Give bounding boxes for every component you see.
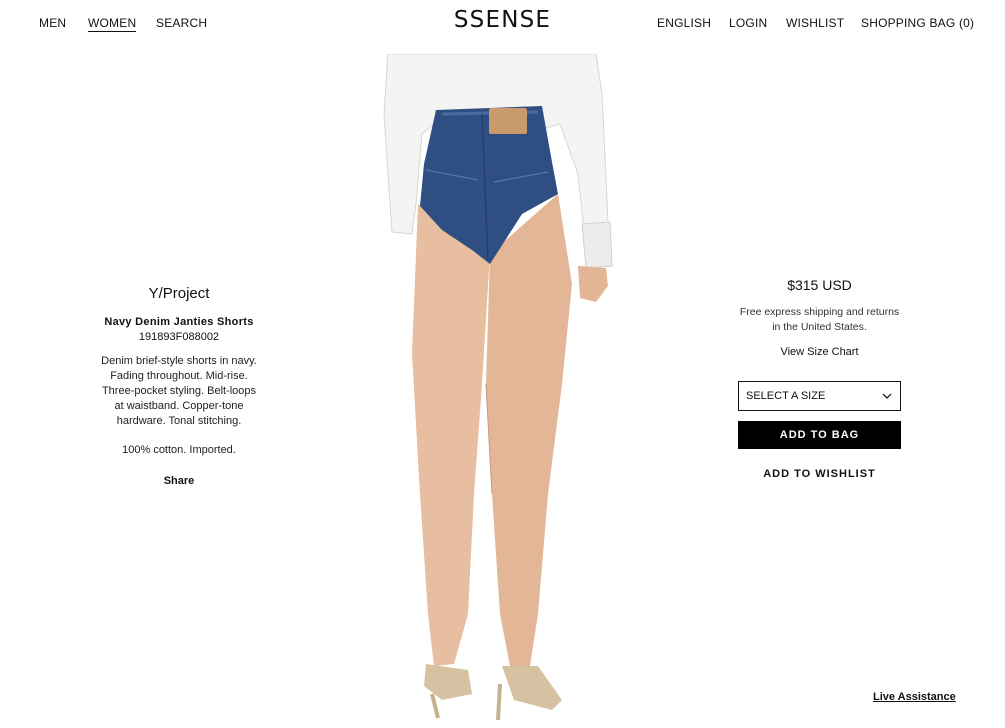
product-brand[interactable]: Y/Project xyxy=(84,285,274,302)
nav-login[interactable]: LOGIN xyxy=(729,16,767,30)
product-sku: 191893F088002 xyxy=(138,331,220,343)
purchase-panel: $315 USD Free express shipping and retur… xyxy=(738,277,901,482)
nav-men[interactable]: MEN xyxy=(39,16,66,30)
add-to-bag-button[interactable]: ADD TO BAG xyxy=(738,421,901,449)
product-info: Y/Project Navy Denim Janties Shorts 1918… xyxy=(84,285,274,489)
share-button[interactable]: Share xyxy=(164,475,195,487)
add-to-bag-label: ADD TO BAG xyxy=(779,429,860,441)
product-description: Denim brief-style shorts in navy. Fading… xyxy=(101,355,257,427)
product-price: $315 USD xyxy=(787,277,852,293)
shipping-info: Free express shipping and returns in the… xyxy=(739,306,900,333)
size-select-label: SELECT A SIZE xyxy=(746,390,826,402)
chevron-down-icon xyxy=(882,393,892,399)
product-image xyxy=(383,54,613,721)
nav-shopping-bag[interactable]: SHOPPING BAG (0) xyxy=(861,16,974,30)
size-select[interactable]: SELECT A SIZE xyxy=(738,381,901,411)
logo[interactable]: SSENSE xyxy=(454,7,551,33)
live-assistance-link[interactable]: Live Assistance xyxy=(873,691,956,703)
product-material: 100% cotton. Imported. xyxy=(122,444,236,456)
nav-english[interactable]: ENGLISH xyxy=(657,16,711,30)
nav-women[interactable]: WOMEN xyxy=(88,16,137,32)
size-chart-link[interactable]: View Size Chart xyxy=(780,346,858,358)
product-name: Navy Denim Janties Shorts xyxy=(104,316,254,328)
add-to-wishlist-button[interactable]: ADD TO WISHLIST xyxy=(738,467,901,482)
nav-search[interactable]: SEARCH xyxy=(156,16,207,30)
nav-wishlist[interactable]: WISHLIST xyxy=(786,16,844,30)
